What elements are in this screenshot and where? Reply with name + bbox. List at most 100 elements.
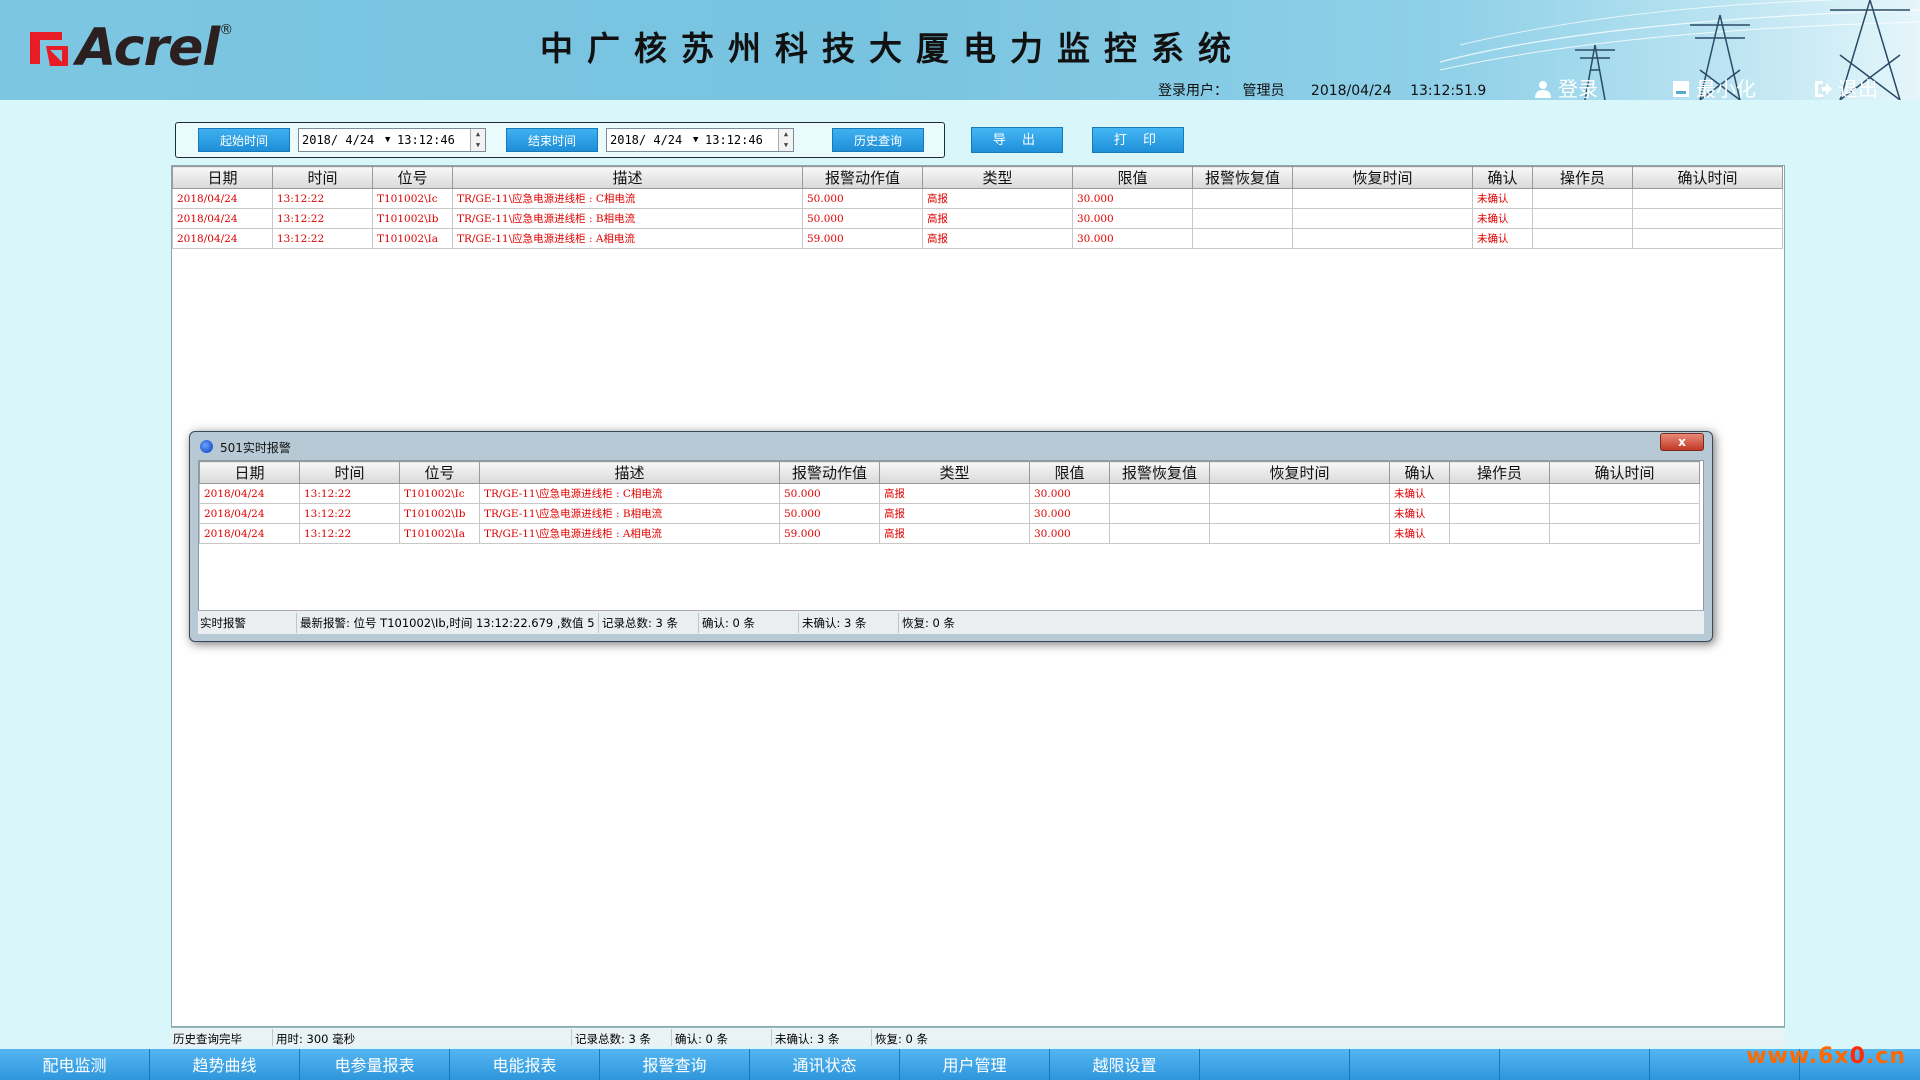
column-header[interactable]: 描述 [452,166,803,189]
realtime-alarm-grid: 日期 时间 位号 描述 报警动作值 类型 限值 报警恢复值 恢复时间 确认 操作员 确认时间 2018… [198,460,1704,622]
nav-tab[interactable]: 报警查询 [600,1049,750,1080]
nav-tab[interactable]: 趋势曲线 [150,1049,300,1080]
nav-tab[interactable]: 通讯状态 [750,1049,900,1080]
column-header[interactable]: 日期 [199,461,300,484]
table-row[interactable]: 2018/04/24 13:12:22 T101002\Ia TR/GE-11\应急电… [172,228,1783,249]
column-header[interactable]: 限值 [1029,461,1110,484]
table-cell: 2018/04/24 [199,503,300,524]
popup-status-total: 记录总数: 3 条 [602,616,679,630]
column-header[interactable]: 操作员 [1532,166,1633,189]
nav-tab[interactable]: 电参量报表 [300,1049,450,1080]
table-cell: 2018/04/24 [172,228,273,249]
realtime-alarm-window[interactable]: 501实时报警 x 日期 时间 位号 描述 报警动作值 类型 限值 报警恢复值 恢复时间 确认 操作… [189,431,1713,642]
nav-tab[interactable]: 越限设置 [1050,1049,1200,1080]
table-cell: 未确认 [1389,483,1450,504]
column-header[interactable]: 恢复时间 [1209,461,1390,484]
column-header[interactable]: 确认时间 [1632,166,1783,189]
column-header[interactable]: 日期 [172,166,273,189]
column-header[interactable]: 确认 [1389,461,1450,484]
print-button[interactable]: 打 印 [1092,127,1184,153]
column-header[interactable]: 操作员 [1449,461,1550,484]
column-header[interactable]: 限值 [1072,166,1193,189]
minimize-button-label: 最小化 [1696,77,1756,100]
popup-table-row[interactable]: 2018/04/24 13:12:22 T101002\Ic TR/GE-11\应急电… [199,483,1700,504]
table-cell: 13:12:22 [272,228,373,249]
column-header[interactable]: 位号 [399,461,480,484]
column-header[interactable]: 报警动作值 [802,166,923,189]
table-cell [1632,208,1783,229]
column-header[interactable]: 报警恢复值 [1109,461,1210,484]
table-cell: 30.000 [1072,188,1193,209]
start-datetime-picker[interactable]: 2018/ 4/24 ▼ 13:12:46 ▲ ▼ [298,128,486,152]
table-cell: 2018/04/24 [172,188,273,209]
column-header[interactable]: 报警恢复值 [1192,166,1293,189]
table-cell: 未确认 [1472,228,1533,249]
column-header[interactable]: 报警动作值 [779,461,880,484]
start-date-dropdown-icon[interactable]: ▼ [385,129,390,151]
column-header[interactable]: 确认时间 [1549,461,1700,484]
system-title: 中广核苏州科技大厦电力监控系统 [540,29,1245,68]
history-query-button[interactable]: 历史查询 [832,128,924,152]
table-cell: 50.000 [779,503,880,524]
table-cell: TR/GE-11\应急电源进线柜 : C相电流 [479,483,780,504]
table-cell: 50.000 [779,483,880,504]
table-cell [1192,208,1293,229]
table-cell: 13:12:22 [272,188,373,209]
popup-titlebar[interactable]: 501实时报警 x [190,432,1712,460]
column-header[interactable]: 类型 [879,461,1030,484]
table-cell: 30.000 [1029,503,1110,524]
export-button[interactable]: 导 出 [971,127,1063,153]
table-cell: TR/GE-11\应急电源进线柜 : B相电流 [479,503,780,524]
start-time-spinner-icon[interactable]: ▲ ▼ [470,129,485,151]
table-cell [1549,483,1700,504]
table-cell: 2018/04/24 [199,523,300,544]
table-cell [1109,503,1210,524]
popup-close-button[interactable]: x [1660,433,1704,451]
column-header[interactable]: 位号 [372,166,453,189]
column-header[interactable]: 描述 [479,461,780,484]
column-header[interactable]: 时间 [272,166,373,189]
end-datetime-picker[interactable]: 2018/ 4/24 ▼ 13:12:46 ▲ ▼ [606,128,794,152]
end-time-spinner-icon[interactable]: ▲ ▼ [778,129,793,151]
table-cell [1109,483,1210,504]
status-message: 历史查询完毕 [173,1032,242,1046]
end-date-value: 2018/ 4/24 [610,133,683,147]
table-cell: 59.000 [779,523,880,544]
column-header[interactable]: 类型 [922,166,1073,189]
column-header[interactable]: 时间 [299,461,400,484]
table-cell: 未确认 [1389,503,1450,524]
exit-button[interactable]: 退出 [1814,73,1878,100]
nav-tab[interactable]: 用户管理 [900,1049,1050,1080]
nav-tab-empty [1350,1049,1500,1080]
table-cell: 未确认 [1472,208,1533,229]
end-time-button[interactable]: 结束时间 [506,128,598,152]
nav-tab[interactable]: 电能报表 [450,1049,600,1080]
watermark: www.6x0.cn [1746,1044,1906,1069]
column-header[interactable]: 确认 [1472,166,1533,189]
nav-tab[interactable]: 配电监测 [0,1049,150,1080]
login-button[interactable]: 登录 [1534,73,1598,100]
table-cell: 30.000 [1029,523,1110,544]
column-header[interactable]: 恢复时间 [1292,166,1473,189]
table-row[interactable]: 2018/04/24 13:12:22 T101002\Ic TR/GE-11\应急电… [172,188,1783,209]
minimize-button[interactable]: 最小化 [1672,73,1756,100]
status-elapsed: 用时: 300 毫秒 [276,1032,356,1046]
popup-table-row[interactable]: 2018/04/24 13:12:22 T101002\Ib TR/GE-11\应急电… [199,503,1700,524]
table-cell: 高报 [879,483,1030,504]
bottom-navigation: 配电监测 趋势曲线 电参量报表 电能报表 报警查询 通讯状态 用户管理 越限设置 [0,1049,1920,1080]
table-cell [1192,228,1293,249]
status-unconfirmed: 未确认: 3 条 [775,1032,840,1046]
login-label: 登录用户： [1158,83,1228,99]
window-app-icon [200,440,213,453]
popup-table-row[interactable]: 2018/04/24 13:12:22 T101002\Ia TR/GE-11\应急电… [199,523,1700,544]
table-cell [1292,208,1473,229]
start-time-button[interactable]: 起始时间 [198,128,290,152]
table-header-row: 日期 时间 位号 描述 报警动作值 类型 限值 报警恢复值 恢复时间 确认 操作员 确认时间 [172,166,1783,189]
table-cell: 高报 [879,523,1030,544]
table-cell: 高报 [879,503,1030,524]
table-cell [1449,523,1550,544]
end-date-dropdown-icon[interactable]: ▼ [693,129,698,151]
login-button-label: 登录 [1558,77,1598,100]
table-row[interactable]: 2018/04/24 13:12:22 T101002\Ib TR/GE-11\应急电… [172,208,1783,229]
table-cell: 高报 [922,188,1073,209]
